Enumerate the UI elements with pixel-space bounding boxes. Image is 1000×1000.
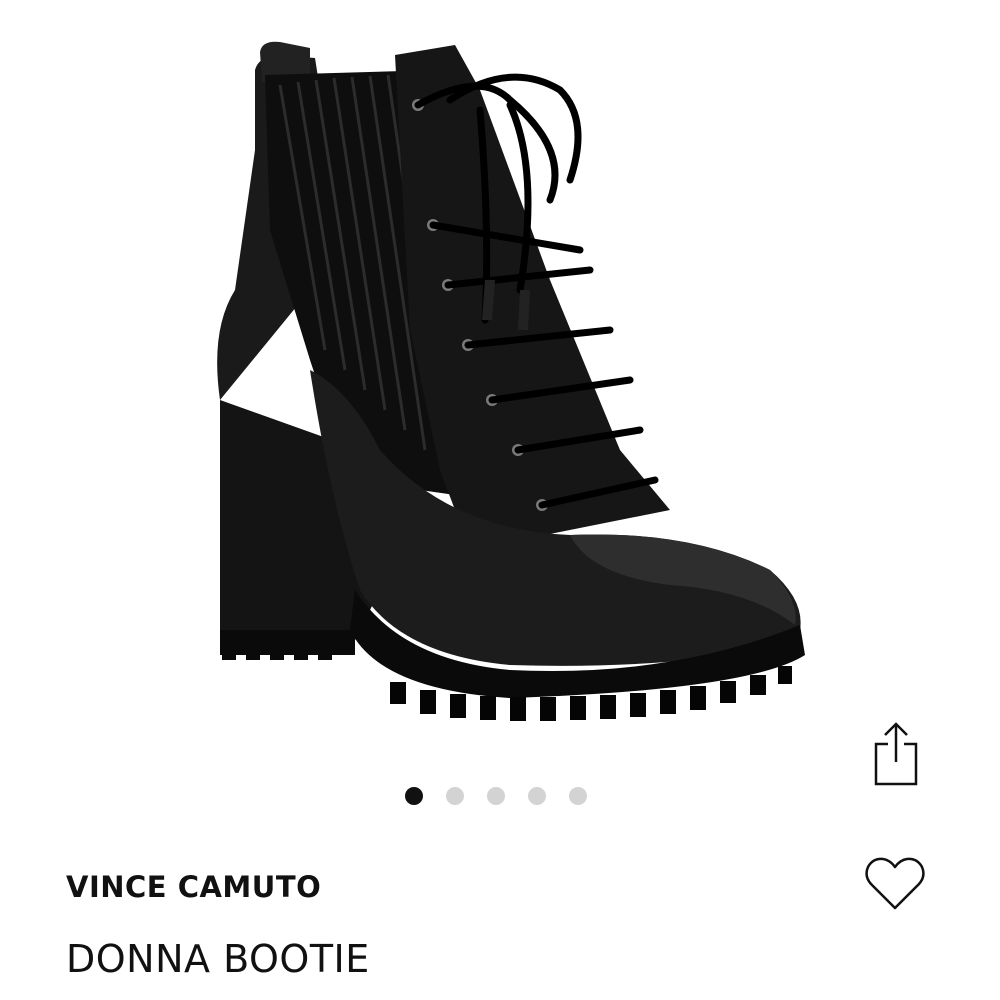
carousel-dot-1[interactable] xyxy=(405,787,423,805)
carousel-dot-3[interactable] xyxy=(487,787,505,805)
carousel-dot-2[interactable] xyxy=(446,787,464,805)
share-button[interactable] xyxy=(866,720,926,792)
product-title: DONNA BOOTIE xyxy=(66,937,370,981)
favorite-button[interactable] xyxy=(862,852,928,918)
image-carousel-indicator xyxy=(405,785,587,807)
heart-icon xyxy=(865,857,925,910)
carousel-dot-4[interactable] xyxy=(528,787,546,805)
product-detail-page: VINCE CAMUTO DONNA BOOTIE xyxy=(0,0,1000,1000)
boot-illustration xyxy=(217,41,805,721)
product-image[interactable] xyxy=(150,30,850,750)
brand-name[interactable]: VINCE CAMUTO xyxy=(66,870,321,904)
share-icon xyxy=(874,722,918,786)
carousel-dot-5[interactable] xyxy=(569,787,587,805)
